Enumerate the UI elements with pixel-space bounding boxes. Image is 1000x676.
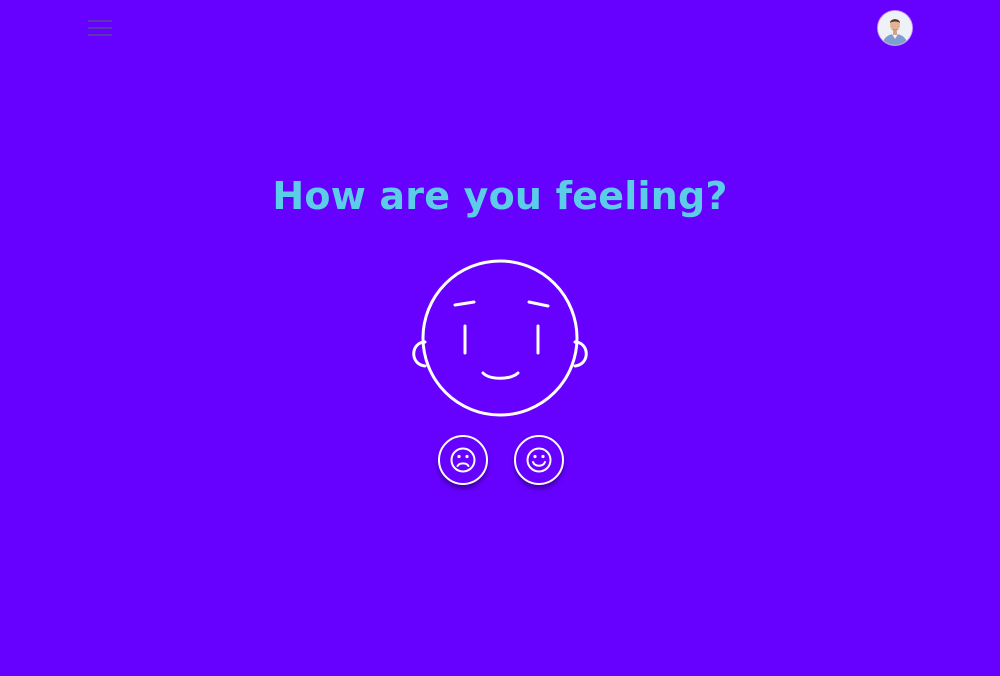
menu-bar [88, 20, 112, 22]
avatar-image [878, 11, 912, 45]
page-title: How are you feeling? [272, 174, 728, 218]
mood-page: How are you feeling? [0, 0, 1000, 676]
menu-bar [88, 34, 112, 36]
happy-face-icon [526, 447, 552, 473]
menu-bar [88, 27, 112, 29]
hamburger-menu-icon[interactable] [86, 16, 114, 40]
neutral-face-illustration [408, 258, 592, 420]
sad-mood-button[interactable] [438, 435, 488, 485]
sad-face-icon [450, 447, 476, 473]
user-avatar[interactable] [878, 11, 912, 45]
happy-mood-button[interactable] [514, 435, 564, 485]
